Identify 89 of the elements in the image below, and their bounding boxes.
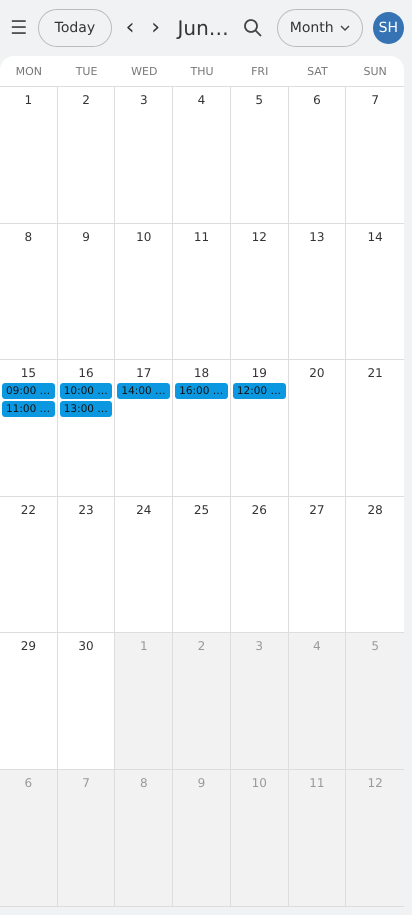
day-cell[interactable]: 12: [230, 224, 289, 360]
day-number: 12: [368, 776, 383, 790]
day-number: 22: [20, 502, 36, 516]
event-chip[interactable]: 10:00 …: [60, 383, 112, 399]
day-number: 19: [252, 366, 267, 380]
day-cell[interactable]: 22: [0, 496, 58, 633]
day-number: 7: [82, 776, 90, 790]
day-number: 3: [140, 93, 148, 107]
day-cell[interactable]: 1: [0, 87, 58, 224]
event-chip[interactable]: 16:00 …: [175, 383, 228, 399]
day-cell[interactable]: 11: [173, 224, 231, 360]
day-number: 7: [371, 93, 379, 107]
chevron-icon: [340, 25, 350, 31]
day-number: 4: [313, 639, 321, 653]
weekday-label: TUE: [74, 64, 98, 78]
day-cell[interactable]: 13: [288, 224, 346, 360]
day-cell[interactable]: 17 14:00 …: [115, 360, 174, 496]
day-number: 12: [252, 230, 267, 244]
day-number: 15: [20, 366, 36, 380]
day-number: 13: [309, 230, 325, 244]
day-number: 23: [78, 502, 94, 516]
day-number: 10: [252, 776, 267, 790]
day-number: 2: [82, 93, 90, 107]
day-cell[interactable]: 16 10:00 … 13:00 …: [58, 360, 116, 496]
day-number: 24: [136, 502, 152, 516]
day-number: 18: [194, 366, 210, 380]
day-number: 27: [309, 502, 325, 516]
previous-button[interactable]: ‹: [122, 17, 138, 39]
weekday-label: WED: [130, 64, 158, 78]
view-dropdown[interactable]: Month: [276, 9, 363, 47]
day-number: 4: [198, 93, 206, 107]
weekday-label: THU: [189, 64, 215, 78]
day-number: 3: [255, 639, 264, 653]
day-cell[interactable]: 14: [346, 224, 404, 360]
weekday-label: SAT: [306, 64, 329, 78]
day-number: 1: [140, 639, 148, 653]
event-chip[interactable]: 12:00 …: [232, 383, 286, 399]
user-avatar[interactable]: SH: [372, 12, 404, 44]
day-number: 8: [24, 230, 32, 244]
day-cell[interactable]: 20: [288, 360, 346, 496]
day-number: 5: [255, 93, 264, 107]
event-chip[interactable]: 09:00 …: [2, 383, 55, 399]
day-number: 16: [78, 366, 94, 380]
day-number: 21: [368, 366, 383, 380]
day-number: 14: [368, 230, 383, 244]
day-number: 1: [24, 93, 32, 107]
day-cell[interactable]: 19 12:00 …: [230, 360, 289, 496]
today-button[interactable]: Today: [38, 9, 112, 47]
day-cell[interactable]: 6: [288, 87, 346, 224]
day-cell[interactable]: 4: [173, 87, 231, 224]
day-number: 6: [313, 93, 321, 107]
day-number: 2: [198, 639, 206, 653]
day-number: 11: [194, 230, 210, 244]
day-cell[interactable]: 18 16:00 …: [173, 360, 231, 496]
search-button[interactable]: [242, 18, 263, 38]
day-number: 6: [24, 776, 32, 790]
day-number: 20: [309, 366, 325, 380]
day-cell[interactable]: 21: [346, 360, 404, 496]
day-cell[interactable]: 3: [115, 87, 174, 224]
day-number: 26: [252, 502, 267, 516]
event-chip[interactable]: 14:00 …: [117, 383, 170, 399]
day-cell[interactable]: 8: [0, 224, 58, 360]
next-button[interactable]: ›: [148, 17, 164, 39]
day-cell[interactable]: 10: [115, 224, 174, 360]
day-number: 9: [198, 776, 206, 790]
day-cell[interactable]: 2: [58, 87, 116, 224]
day-cell[interactable]: 15 09:00 … 11:00 …: [0, 360, 58, 496]
search-icon: [242, 18, 263, 38]
day-cell[interactable]: 23: [58, 496, 116, 633]
day-number: 11: [309, 776, 325, 790]
month-title: Jun…: [178, 16, 229, 40]
day-number: 30: [78, 639, 94, 653]
day-number: 25: [194, 502, 210, 516]
day-number: 10: [136, 230, 152, 244]
day-cell[interactable]: 9: [58, 224, 116, 360]
day-number: 17: [136, 366, 152, 380]
weekday-label: MON: [14, 64, 44, 78]
day-number: 5: [371, 639, 379, 653]
day-number: 8: [140, 776, 148, 790]
weekday-label: FRI: [250, 64, 270, 78]
event-chip[interactable]: 13:00 …: [60, 401, 112, 417]
day-cell[interactable]: 5: [230, 87, 289, 224]
weekday-label: SUN: [362, 64, 388, 78]
day-number: 29: [20, 639, 36, 653]
day-number: 9: [82, 230, 90, 244]
event-chip[interactable]: 11:00 …: [2, 401, 55, 417]
day-number: 28: [368, 502, 383, 516]
menu-button[interactable]: ☰: [10, 18, 28, 38]
day-cell[interactable]: 7: [346, 87, 404, 224]
